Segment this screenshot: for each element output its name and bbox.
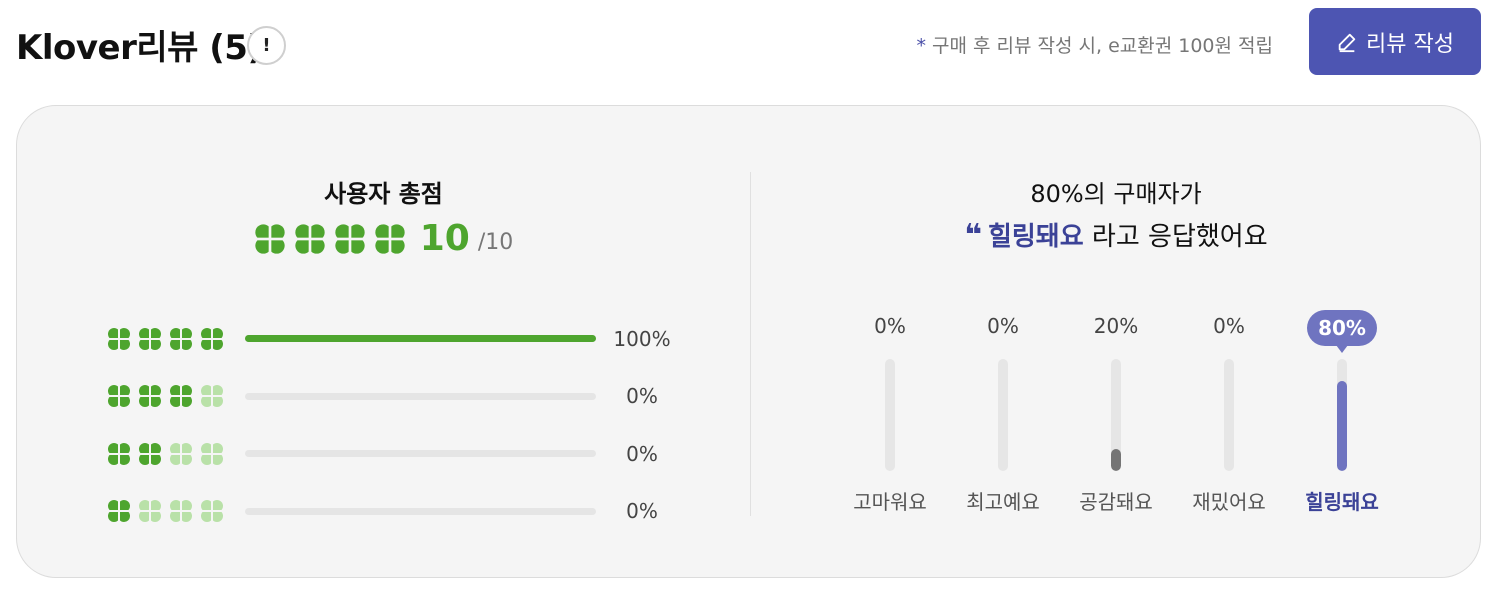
emotion-column[interactable]: 20% 공감돼요 [1068,310,1164,514]
emotion-percent: 80% [1307,310,1377,353]
score-clovers [254,223,406,255]
clover-icon [294,223,326,255]
quote-icon: ❝ [964,218,982,253]
notice-asterisk: * [916,35,926,57]
clover-icon [169,442,193,466]
emotion-percent: 0% [1213,314,1245,338]
emotion-highlight: 힐링돼요 [987,222,1084,252]
rating-percent: 0% [626,441,658,466]
notice-text: 구매 후 리뷰 작성 시, e교환권 100원 적립 [932,35,1273,57]
emotion-bar-track [998,359,1008,471]
info-icon[interactable]: ! [247,26,286,65]
write-review-label: 리뷰 작성 [1366,31,1454,57]
score-max: /10 [477,230,514,255]
clover-icon [200,499,224,523]
rating-clovers [107,499,245,523]
emotion-title: 80%의 구매자가 [1030,180,1202,208]
rating-clovers [107,442,245,466]
clover-icon [200,327,224,351]
rating-percent: 0% [626,499,658,524]
score-value: 10 [419,218,470,259]
emotion-bar-track [1224,359,1234,471]
clover-icon [374,223,406,255]
rating-bar-fill [245,335,596,343]
emotion-bar-fill [1337,381,1347,471]
pencil-icon [1338,33,1356,52]
rating-percent: 100% [613,326,671,351]
emotion-percent: 0% [874,314,906,338]
emotion-column[interactable]: 0% 재밌어요 [1181,310,1277,514]
clover-icon [138,499,162,523]
rating-row: 0% [107,483,687,541]
emotion-label: 고마워요 [853,490,927,514]
clover-icon [169,327,193,351]
rating-clovers [107,327,245,351]
emotion-column[interactable]: 0% 고마워요 [842,310,938,514]
review-header: Klover리뷰 (5) ! * 구매 후 리뷰 작성 시, e교환권 100원… [0,0,1498,100]
clover-icon [107,327,131,351]
write-review-button[interactable]: 리뷰 작성 [1309,8,1481,75]
emotion-summary: ❝ 힐링돼요 라고 응답했어요 [750,216,1482,253]
emotion-bar-track [1337,359,1347,471]
rating-percent: 0% [626,384,658,409]
review-title: Klover리뷰 (5) [16,28,263,68]
review-summary-panel: 사용자 총점 10 /10 100% 0% 0% 0% 80%의 구매자가 ❝ 힐링돼요… [16,105,1481,578]
rating-row: 100% [107,310,687,368]
clover-icon [334,223,366,255]
emotion-column[interactable]: 0% 최고예요 [955,310,1051,514]
clover-icon [138,384,162,408]
clover-icon [200,442,224,466]
emotion-bar-fill [1111,448,1121,471]
emotion-column[interactable]: 80% 힐링돼요 [1294,310,1390,514]
rating-row: 0% [107,425,687,483]
clover-icon [107,384,131,408]
rating-row: 0% [107,368,687,426]
emotion-percent: 20% [1093,314,1139,338]
clover-icon [200,384,224,408]
emotion-label: 최고예요 [966,490,1040,514]
clover-icon [107,442,131,466]
emotion-bar-track [1111,359,1121,471]
rating-distribution: 100% 0% 0% 0% [107,310,687,540]
clover-icon [138,327,162,351]
clover-icon [254,223,286,255]
score-title: 사용자 총점 [324,180,443,208]
emotion-label: 힐링돼요 [1305,490,1379,514]
rating-bar-track [245,335,596,343]
clover-icon [107,499,131,523]
emotion-suffix: 라고 응답했어요 [1083,222,1268,252]
emotion-bar-track [885,359,895,471]
clover-icon [169,499,193,523]
rating-clovers [107,384,245,408]
rating-bar-track [245,507,596,515]
rating-bar-track [245,450,596,458]
emotion-label: 재밌어요 [1192,490,1266,514]
score-summary: 10 /10 [17,218,750,259]
clover-icon [138,442,162,466]
reward-notice: * 구매 후 리뷰 작성 시, e교환권 100원 적립 [916,31,1273,58]
clover-icon [169,384,193,408]
rating-bar-track [245,392,596,400]
emotion-label: 공감돼요 [1079,490,1153,514]
emotion-percent: 0% [987,314,1019,338]
